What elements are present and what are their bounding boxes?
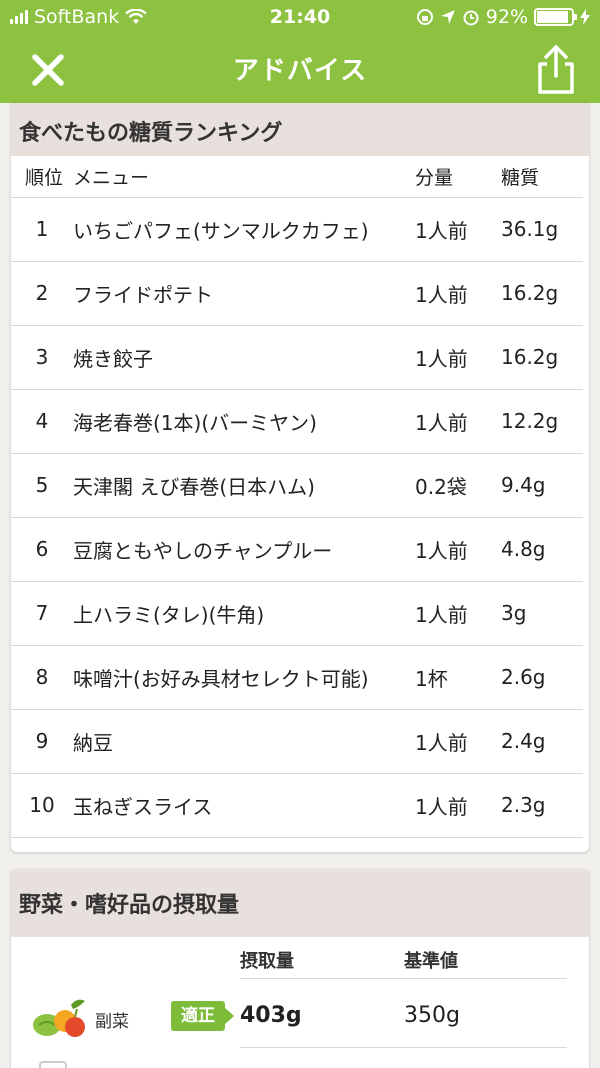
amount-cell: 1人前 — [415, 325, 501, 390]
page-title: アドバイス — [232, 56, 368, 86]
menu-cell: 豆腐ともやしのチャンプルー — [73, 517, 415, 582]
table-header-row: 順位 メニュー 分量 糖質 — [11, 156, 583, 198]
table-row[interactable]: 10 玉ねぎスライス 1人前 2.3g — [11, 773, 583, 838]
carb-ranking-title: 食べたもの糖質ランキング — [11, 103, 589, 156]
col-carbs: 糖質 — [501, 156, 583, 198]
alarm-icon — [463, 10, 479, 26]
rank-cell: 1 — [11, 197, 73, 262]
table-row[interactable]: 4 海老春巻(1本)(バーミヤン) 1人前 12.2g — [11, 389, 583, 454]
amount-cell: 1人前 — [415, 197, 501, 262]
amount-cell: 1杯 — [415, 645, 501, 710]
battery-percent: 92% — [485, 6, 528, 28]
battery-icon — [534, 8, 577, 26]
menu-cell: 焼き餃子 — [73, 325, 415, 390]
carbs-cell: 2.4g — [501, 709, 583, 774]
rotation-lock-icon — [416, 9, 433, 25]
menu-cell: いちごパフェ(サンマルクカフェ) — [73, 197, 415, 262]
intake-value: 403g — [240, 1003, 302, 1028]
amount-cell: 1人前 — [415, 517, 501, 582]
rank-cell: 2 — [11, 261, 73, 326]
rank-cell: 7 — [11, 581, 73, 646]
col-amount: 分量 — [415, 156, 501, 198]
table-row[interactable]: 1 いちごパフェ(サンマルクカフェ) 1人前 36.1g — [11, 197, 583, 262]
rank-cell: 8 — [11, 645, 73, 710]
table-row[interactable]: 9 納豆 1人前 2.4g — [11, 709, 583, 774]
menu-cell: 天津閣 えび春巻(日本ハム) — [73, 453, 415, 518]
menu-cell: 上ハラミ(タレ)(牛角) — [73, 581, 415, 646]
table-row[interactable]: 8 味噌汁(お好み具材セレクト可能) 1杯 2.6g — [11, 645, 583, 710]
carbs-cell: 16.2g — [501, 261, 583, 326]
table-row[interactable]: 6 豆腐ともやしのチャンプルー 1人前 4.8g — [11, 517, 583, 582]
next-item-icon — [39, 1061, 67, 1068]
carb-ranking-table: 順位 メニュー 分量 糖質 1 いちごパフェ(サンマルクカフェ) 1人前 36.1g 2… — [11, 156, 583, 838]
status-badge: 適正 — [171, 1001, 234, 1031]
menu-cell: フライドポテト — [73, 261, 415, 326]
amount-cell: 1人前 — [415, 773, 501, 838]
table-row[interactable]: 2 フライドポテト 1人前 16.2g — [11, 261, 583, 326]
rank-cell: 10 — [11, 773, 73, 838]
rank-cell: 4 — [11, 389, 73, 454]
share-icon[interactable] — [532, 42, 580, 96]
table-row[interactable]: 7 上ハラミ(タレ)(牛角) 1人前 3g — [11, 581, 583, 646]
rank-cell: 3 — [11, 325, 73, 390]
table-row[interactable]: 3 焼き餃子 1人前 16.2g — [11, 325, 583, 390]
menu-cell: 玉ねぎスライス — [73, 773, 415, 838]
charging-icon — [580, 9, 590, 25]
rank-cell: 9 — [11, 709, 73, 774]
amount-cell: 1人前 — [415, 581, 501, 646]
menu-cell: 味噌汁(お好み具材セレクト可能) — [73, 645, 415, 710]
amount-cell: 1人前 — [415, 709, 501, 774]
amount-cell: 1人前 — [415, 389, 501, 454]
col-standard: 基準値 — [404, 951, 458, 972]
close-icon[interactable] — [26, 48, 70, 92]
wifi-icon — [125, 9, 147, 24]
carbs-cell: 16.2g — [501, 325, 583, 390]
carbs-cell: 9.4g — [501, 453, 583, 518]
carbs-cell: 36.1g — [501, 197, 583, 262]
amount-cell: 0.2袋 — [415, 453, 501, 518]
menu-cell: 納豆 — [73, 709, 415, 774]
status-bar: SoftBank 21:40 92% — [0, 0, 600, 34]
carbs-cell: 4.8g — [501, 517, 583, 582]
divider — [240, 1047, 567, 1048]
rank-cell: 5 — [11, 453, 73, 518]
carb-ranking-card: 食べたもの糖質ランキング 順位 メニュー 分量 糖質 1 いちごパフェ(サンマルク… — [11, 103, 589, 852]
intake-table: 摂取量 基準値 副菜 適正 403g 350g — [11, 937, 589, 1068]
menu-cell: 海老春巻(1本)(バーミヤン) — [73, 389, 415, 454]
intake-title: 野菜・嗜好品の摂取量 — [11, 869, 589, 937]
intake-card: 野菜・嗜好品の摂取量 摂取量 基準値 副菜 適正 403g 350g — [11, 869, 589, 1068]
side-dish-label: 副菜 — [95, 1012, 129, 1032]
location-icon — [440, 10, 455, 24]
carbs-cell: 2.3g — [501, 773, 583, 838]
table-row[interactable]: 5 天津閣 えび春巻(日本ハム) 0.2袋 9.4g — [11, 453, 583, 518]
col-rank: 順位 — [11, 156, 73, 198]
standard-value: 350g — [404, 1003, 460, 1028]
signal-icon — [10, 10, 28, 24]
divider — [240, 978, 567, 979]
vegetables-icon — [33, 999, 85, 1037]
rank-cell: 6 — [11, 517, 73, 582]
carbs-cell: 12.2g — [501, 389, 583, 454]
col-menu: メニュー — [73, 156, 415, 198]
amount-cell: 1人前 — [415, 261, 501, 326]
carbs-cell: 3g — [501, 581, 583, 646]
carbs-cell: 2.6g — [501, 645, 583, 710]
carrier-name: SoftBank — [34, 6, 120, 28]
nav-bar: アドバイス — [0, 34, 600, 103]
app-header: SoftBank 21:40 92% アドバイス — [0, 0, 600, 103]
col-intake: 摂取量 — [240, 951, 294, 972]
